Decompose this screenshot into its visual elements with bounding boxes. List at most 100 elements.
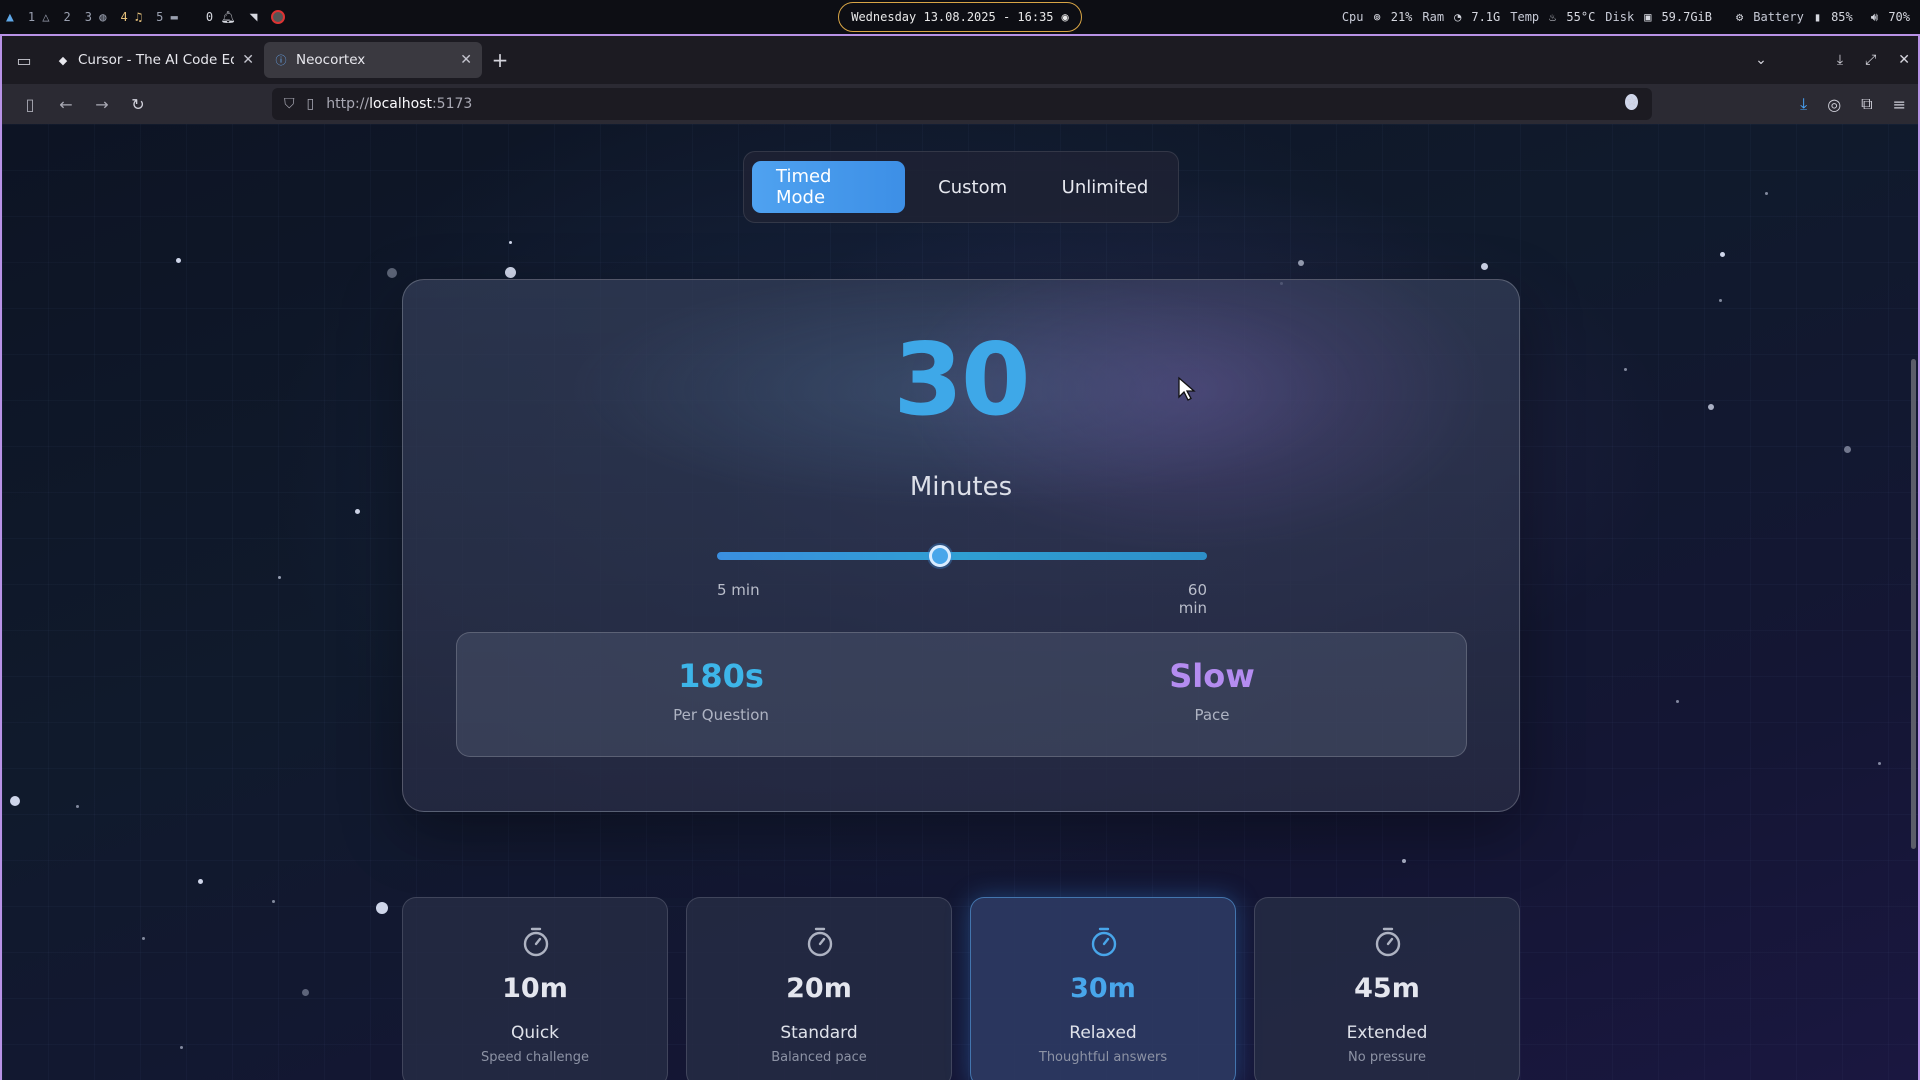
duration-value: 30 <box>893 321 1030 438</box>
preset-value: 45m <box>1354 973 1420 1004</box>
plus-icon: + <box>491 48 509 72</box>
temp-label: Temp <box>1510 10 1540 24</box>
disk-icon: ▣ <box>1644 10 1652 24</box>
workspace-4[interactable]: 4 ♫ <box>120 10 142 24</box>
disk-value: 59.7GiB <box>1661 10 1713 24</box>
workspace-3[interactable]: 3 ◍ <box>85 10 107 24</box>
disk-label: Disk <box>1605 10 1635 24</box>
stopwatch-icon <box>807 927 833 957</box>
mode-custom-button[interactable]: Custom <box>911 161 1034 213</box>
bookmark-star-icon[interactable]: ☆ <box>1625 94 1638 110</box>
slider-min-label: 5 min <box>717 581 760 599</box>
back-icon[interactable]: ← <box>48 88 84 120</box>
ram-label: Ram <box>1422 10 1445 24</box>
folder-icon: ▬ <box>170 10 178 24</box>
duration-unit: Minutes <box>909 472 1013 502</box>
globe-icon: ◍ <box>99 10 107 24</box>
new-tab-button[interactable]: + <box>482 42 518 78</box>
cpu-label: Cpu <box>1341 10 1364 24</box>
mode-unlimited-button[interactable]: Unlimited <box>1040 161 1170 213</box>
extensions-icon[interactable]: ⧉ <box>1861 94 1872 114</box>
preset-description: Speed challenge <box>481 1050 589 1065</box>
tab-overview-button[interactable]: ▭ <box>2 36 46 84</box>
notification-indicator[interactable]: 0 🔔︎ <box>206 10 236 24</box>
mode-timed-button[interactable]: Timed Mode <box>752 161 906 213</box>
preset-name: Relaxed <box>1069 1023 1137 1043</box>
volume-icon[interactable]: 🔊︎ <box>1871 10 1879 25</box>
per-question-stat: 180s Per Question <box>571 657 871 724</box>
pace-value: Slow <box>1169 657 1255 695</box>
duration-card: 30 Minutes 5 min 60 min 180s Per Questio… <box>402 279 1520 812</box>
url-bar[interactable]: ⛉ ▯ http://localhost:5173 ☆ <box>272 88 1652 120</box>
pace-label: Pace <box>1194 706 1230 725</box>
stopwatch-icon <box>1091 927 1117 957</box>
preset-description: Balanced pace <box>771 1050 867 1065</box>
workspace-list: 1 △ 2 3 ◍ 4 ♫ 5 ▬ <box>28 10 178 24</box>
slider-max-label: 60 min <box>1178 581 1207 617</box>
clock-widget[interactable]: Wednesday 13.08.2025 - 16:35 ◉ <box>838 2 1082 32</box>
duration-slider[interactable] <box>717 545 1207 567</box>
preset-card-extended[interactable]: 45m Extended No pressure <box>1254 897 1520 1080</box>
flame-icon: ♨ <box>1549 10 1557 24</box>
preset-value: 30m <box>1070 973 1136 1004</box>
stats-panel: 180s Per Question Slow Pace <box>456 632 1467 757</box>
preset-name: Quick <box>510 1023 560 1043</box>
forward-icon[interactable]: → <box>84 88 120 120</box>
page-info-icon[interactable]: ▯ <box>307 96 315 112</box>
minimize-icon[interactable]: ⤓ <box>1837 52 1843 68</box>
arch-logo-icon[interactable]: ▲ <box>6 10 14 25</box>
page-viewport: Timed Mode Custom Unlimited 30 Minutes 5… <box>2 124 1918 1080</box>
battery-icon: ▮ <box>1813 10 1822 24</box>
temp-value: 55°C <box>1566 10 1596 24</box>
tab-title: Neocortex <box>296 52 366 68</box>
preset-card-standard[interactable]: 20m Standard Balanced pace <box>686 897 952 1080</box>
workspace-1[interactable]: 1 △ <box>28 10 50 24</box>
tab-neocortex[interactable]: ⓘ Neocortex ✕ <box>264 42 482 78</box>
navigation-bar: ▯ ← → ↻ ⛉ ▯ http://localhost:5173 ☆ ⤓ ◎ … <box>2 84 1918 124</box>
tab-cursor[interactable]: ◆ Cursor - The AI Code Editor ✕ <box>46 42 264 78</box>
system-status-bar: ▲ 1 △ 2 3 ◍ 4 ♫ 5 ▬ 0 🔔︎ ◥ Wednesday 13.… <box>0 0 1920 34</box>
preset-name: Standard <box>780 1023 858 1043</box>
battery-label: Battery <box>1753 10 1804 24</box>
tab-bar: ▭ ◆ Cursor - The AI Code Editor ✕ ⓘ Neoc… <box>2 36 1918 84</box>
preset-value: 20m <box>786 973 852 1004</box>
preset-card-relaxed[interactable]: 30m Relaxed Thoughtful answers <box>970 897 1236 1080</box>
music-icon: ♫ <box>134 10 143 24</box>
maximize-icon[interactable]: ⤢ <box>1865 52 1876 68</box>
stopwatch-icon <box>523 927 549 957</box>
shield-icon[interactable]: ⛉ <box>284 96 295 112</box>
sidebar-toggle-icon[interactable]: ▯ <box>12 88 48 120</box>
page-scrollbar[interactable] <box>1911 359 1916 849</box>
mode-selector: Timed Mode Custom Unlimited <box>743 151 1179 223</box>
battery-value: 85% <box>1831 10 1853 24</box>
cursor-favicon-icon: ◆ <box>58 53 68 67</box>
menu-icon[interactable]: ≡ <box>1893 95 1906 114</box>
close-tab-icon[interactable]: ✕ <box>460 52 472 68</box>
workspace-2[interactable]: 2 <box>64 10 71 24</box>
settings-icon[interactable]: ⚙ <box>1736 10 1743 24</box>
wifi-icon[interactable]: ◥ <box>250 10 258 25</box>
warning-icon: △ <box>42 10 50 24</box>
account-icon[interactable]: ◎ <box>1827 95 1841 114</box>
eye-icon: ◉ <box>1061 10 1069 24</box>
vpn-icon[interactable] <box>271 10 286 24</box>
preset-card-quick[interactable]: 10m Quick Speed challenge <box>402 897 668 1080</box>
cpu-icon: ⊚ <box>1373 10 1381 24</box>
slider-thumb[interactable] <box>928 545 951 567</box>
close-tab-icon[interactable]: ✕ <box>242 52 254 68</box>
downloads-icon[interactable]: ⤓ <box>1800 94 1807 114</box>
url-text: http://localhost:5173 <box>326 96 473 112</box>
workspace-5[interactable]: 5 ▬ <box>156 10 178 24</box>
mouse-cursor-icon <box>1178 376 1196 401</box>
ram-value: 7.1G <box>1471 10 1501 24</box>
preset-name: Extended <box>1346 1023 1428 1043</box>
preset-description: No pressure <box>1348 1050 1426 1065</box>
ram-icon: ◔ <box>1454 10 1462 24</box>
per-question-value: 180s <box>678 657 764 695</box>
browser-window: ▭ ◆ Cursor - The AI Code Editor ✕ ⓘ Neoc… <box>0 34 1920 1080</box>
bell-icon: 🔔︎ <box>220 10 236 24</box>
list-all-tabs-icon[interactable]: ⌄ <box>1755 52 1767 68</box>
volume-value: 70% <box>1888 10 1910 24</box>
close-window-icon[interactable]: ✕ <box>1898 52 1910 68</box>
reload-icon[interactable]: ↻ <box>120 88 156 120</box>
